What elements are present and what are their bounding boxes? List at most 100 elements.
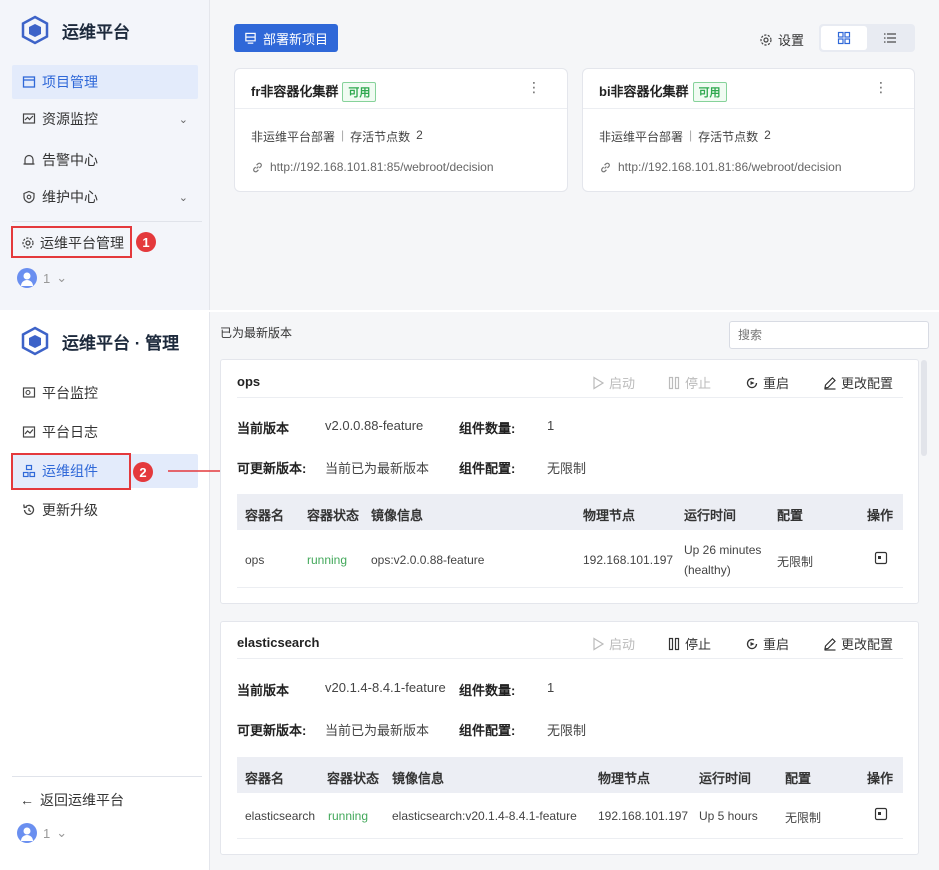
window-icon <box>22 76 36 88</box>
cell-node: 192.168.101.197 <box>598 809 689 823</box>
chevron-down-icon: ⌄ <box>56 270 68 285</box>
separator: | <box>341 128 345 142</box>
avatar-icon <box>17 823 37 843</box>
cell-uptime-health: (healthy) <box>684 563 731 577</box>
cell-status: running <box>307 553 348 567</box>
nav-item-alert[interactable]: 告警中心 <box>12 143 198 177</box>
user-name: 1 <box>43 270 51 286</box>
change-config-button[interactable]: 更改配置 <box>823 634 893 653</box>
list-icon <box>884 33 896 43</box>
stop-button[interactable]: 停止 <box>667 634 711 653</box>
start-button[interactable]: 启动 <box>591 634 635 653</box>
project-url[interactable]: http://192.168.101.81:86/webroot/decisio… <box>599 160 842 174</box>
nav-label: 平台监控 <box>42 385 98 401</box>
sidebar-divider <box>12 221 202 222</box>
project-url[interactable]: http://192.168.101.81:85/webroot/decisio… <box>251 160 494 174</box>
scrollbar[interactable] <box>921 360 927 456</box>
nodes-count: 2 <box>764 128 771 142</box>
deploy-new-project-button[interactable]: 部署新项目 <box>234 24 338 52</box>
table-header: 容器名 容器状态 镜像信息 物理节点 运行时间 配置 操作 <box>237 757 903 793</box>
annotation-badge-1: 1 <box>136 232 156 252</box>
col-status: 容器状态 <box>327 771 380 786</box>
manage-link[interactable]: 运维平台管理 <box>21 233 124 253</box>
updatable-label: 可更新版本: <box>237 461 307 476</box>
current-version-value: v20.1.4-8.4.1-feature <box>325 680 446 695</box>
grid-view-button[interactable] <box>821 26 867 50</box>
stop-button[interactable]: 停止 <box>667 373 711 392</box>
back-link[interactable]: ← 返回运维平台 <box>20 790 124 810</box>
table-row: elasticsearch running elasticsearch:v20.… <box>237 793 903 839</box>
nav-item-maintenance[interactable]: 维护中心 ⌄ <box>12 180 198 214</box>
col-image: 镜像信息 <box>392 771 445 786</box>
table-header: 容器名 容器状态 镜像信息 物理节点 运行时间 配置 操作 <box>237 494 903 530</box>
nav-item-platform-log[interactable]: 平台日志 <box>12 415 198 449</box>
refresh-icon <box>23 504 35 515</box>
project-name: bi非容器化集群 <box>599 84 689 99</box>
terminal-icon[interactable] <box>874 807 888 821</box>
updatable-value: 当前已为最新版本 <box>325 723 430 738</box>
view-toggle <box>819 24 915 52</box>
url-text: http://192.168.101.81:86/webroot/decisio… <box>618 160 842 174</box>
nav-item-update[interactable]: 更新升级 <box>12 493 198 527</box>
col-status: 容器状态 <box>307 508 360 523</box>
cell-container: ops <box>245 553 265 567</box>
gear-icon <box>760 33 772 46</box>
start-label: 启动 <box>609 376 636 391</box>
config-label: 更改配置 <box>841 376 894 391</box>
nav-item-resource[interactable]: 资源监控 ⌄ <box>12 102 198 136</box>
nav-item-project[interactable]: 项目管理 <box>12 65 198 99</box>
col-config: 配置 <box>785 771 812 786</box>
deploy-source: 非运维平台部署 <box>599 130 684 144</box>
more-icon[interactable]: ⋮ <box>874 79 888 96</box>
nodes-label: 存活节点数 <box>698 130 759 144</box>
back-label: 返回运维平台 <box>40 792 124 808</box>
cell-uptime: Up 26 minutes <box>684 543 762 557</box>
restart-button[interactable]: 重启 <box>745 634 789 653</box>
project-card[interactable]: fr非容器化集群 可用 ⋮ 非运维平台部署 | 存活节点数 2 http://192.1… <box>234 68 568 192</box>
card-divider <box>583 108 914 109</box>
component-config-value: 无限制 <box>547 723 587 738</box>
user-menu[interactable]: 1 ⌄ <box>17 268 67 288</box>
config-label: 更改配置 <box>841 637 894 652</box>
component-panel: elasticsearch 启动 停止 重启 更改配置 当前版本 v20.1.4… <box>220 621 919 855</box>
settings-button[interactable]: 设置 <box>759 30 804 49</box>
stop-label: 停止 <box>685 637 712 652</box>
nav-label: 项目管理 <box>42 74 98 90</box>
terminal-icon[interactable] <box>874 551 888 565</box>
restart-icon <box>746 638 758 649</box>
nav-item-platform-monitor[interactable]: 平台监控 <box>12 376 198 410</box>
edit-icon <box>824 637 836 651</box>
start-button[interactable]: 启动 <box>591 373 635 392</box>
cell-config: 无限制 <box>777 555 814 569</box>
change-config-button[interactable]: 更改配置 <box>823 373 893 392</box>
col-uptime: 运行时间 <box>684 508 737 523</box>
status-badge: 可用 <box>692 82 727 102</box>
restart-button[interactable]: 重启 <box>745 373 789 392</box>
gear-icon <box>22 237 34 249</box>
updatable-value: 当前已为最新版本 <box>325 461 430 476</box>
project-card[interactable]: bi非容器化集群 可用 ⋮ 非运维平台部署 | 存活节点数 2 http://192.1… <box>582 68 915 192</box>
component-panel: ops 启动 停止 重启 更改配置 当前版本 v2.0.0.88-feature… <box>220 359 919 604</box>
arrow-left-icon: ← <box>20 792 34 808</box>
separator: | <box>689 128 693 142</box>
component-name: ops <box>237 374 261 389</box>
user-menu[interactable]: 1 ⌄ <box>17 823 67 843</box>
col-node: 物理节点 <box>583 508 636 523</box>
sidebar-divider <box>12 776 202 777</box>
component-config-label: 组件配置: <box>459 461 516 476</box>
col-image: 镜像信息 <box>371 508 424 523</box>
manage-label: 运维平台管理 <box>40 235 124 251</box>
chevron-down-icon: ⌄ <box>178 113 188 126</box>
panel-divider <box>237 397 903 398</box>
card-title-row: bi非容器化集群 可用 <box>599 81 727 102</box>
col-node: 物理节点 <box>598 771 651 786</box>
search-input[interactable] <box>729 321 929 349</box>
deploy-icon <box>245 32 256 44</box>
more-icon[interactable]: ⋮ <box>527 79 541 96</box>
list-view-button[interactable] <box>867 26 913 50</box>
cube-logo-icon <box>21 326 49 356</box>
version-status: 已为最新版本 <box>220 326 293 340</box>
cell-node: 192.168.101.197 <box>583 553 674 567</box>
deploy-source: 非运维平台部署 <box>251 130 336 144</box>
nav-label: 告警中心 <box>42 152 98 168</box>
